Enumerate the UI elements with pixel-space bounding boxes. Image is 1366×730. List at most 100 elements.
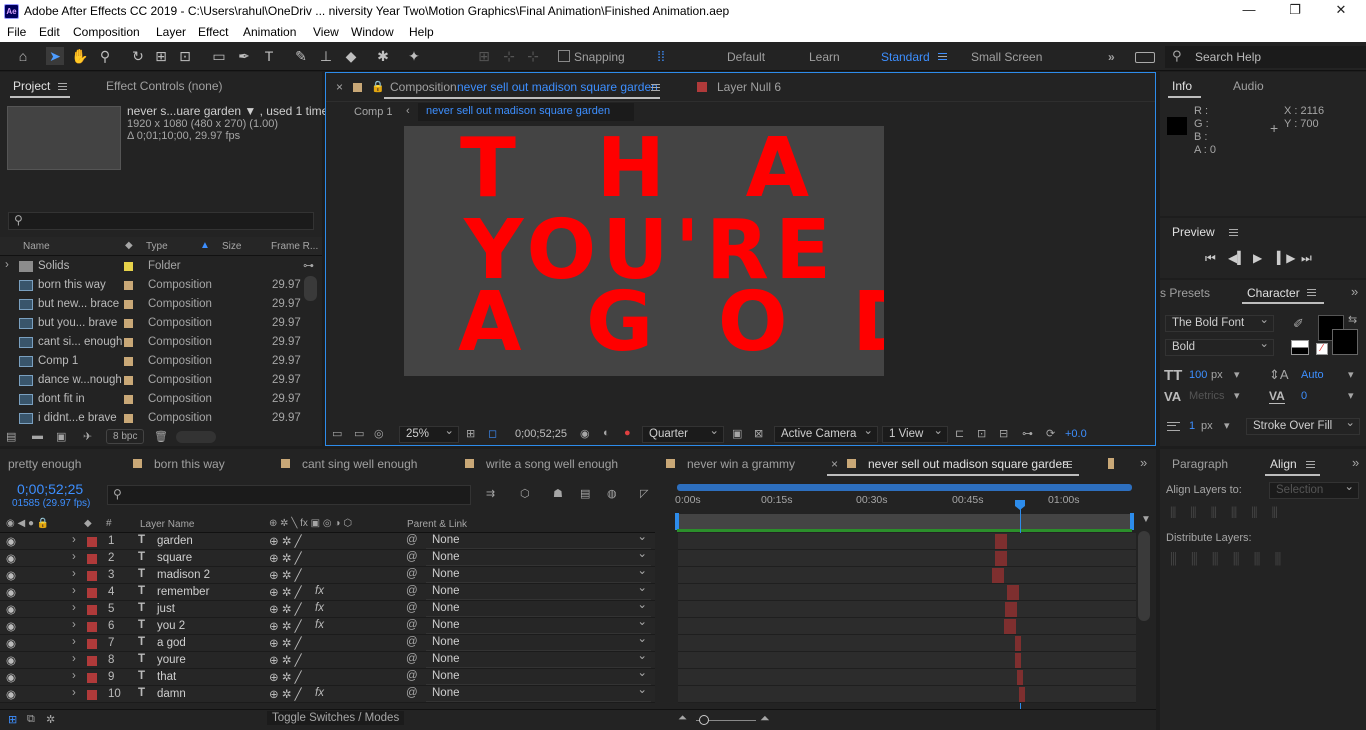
workspace-learn[interactable]: Learn: [809, 50, 840, 64]
layer-switches[interactable]: ⊕ ✲ ╱: [269, 670, 302, 684]
pick-whip-icon[interactable]: @: [406, 653, 418, 665]
frame-blending-icon[interactable]: ▤: [580, 487, 590, 500]
tab-character[interactable]: Character: [1247, 286, 1300, 300]
column-name[interactable]: Name: [23, 241, 50, 252]
stroke-width-dropdown-icon[interactable]: ▾: [1224, 419, 1230, 432]
minimize-button[interactable]: —: [1226, 2, 1272, 20]
world-axis-icon[interactable]: ⊹: [500, 47, 518, 65]
kerning-dropdown-icon[interactable]: ▾: [1234, 389, 1240, 402]
align-to-dropdown[interactable]: Selection: [1269, 480, 1359, 499]
maximize-button[interactable]: ❐: [1272, 2, 1318, 20]
eye-icon[interactable]: ◉: [6, 585, 16, 599]
composition-menu-icon[interactable]: [651, 84, 660, 91]
comp-viewport[interactable]: T H A T YOU'RE A G O D: [327, 124, 1154, 428]
close-button[interactable]: ✕: [1318, 2, 1364, 20]
preview-menu-icon[interactable]: [1229, 229, 1238, 236]
parent-dropdown[interactable]: None: [426, 564, 651, 583]
brush-tool-icon[interactable]: ✎: [292, 47, 310, 65]
project-item[interactable]: but you... brave Composition 29.97: [0, 314, 304, 333]
chevron-right-icon[interactable]: ›: [72, 602, 76, 614]
zoom-in-icon[interactable]: ⏶: [760, 711, 770, 726]
project-item[interactable]: dance w...nough Composition 29.97: [0, 371, 304, 390]
parent-dropdown[interactable]: None: [426, 683, 651, 702]
timeline-tab-pretty-enough[interactable]: pretty enough: [8, 457, 81, 471]
layer-name[interactable]: garden: [157, 535, 193, 547]
align-buttons-icons[interactable]: ⫴⫴⫴⫴⫴⫴: [1170, 505, 1292, 522]
rectangle-tool-icon[interactable]: ▭: [210, 47, 228, 65]
parent-dropdown[interactable]: None: [426, 530, 651, 549]
fx-icon[interactable]: fx: [315, 585, 324, 597]
panel-overflow-icon[interactable]: »: [1352, 455, 1359, 470]
parent-dropdown[interactable]: None: [426, 666, 651, 685]
reset-exposure-icon[interactable]: ⟳: [1046, 427, 1055, 440]
eyedropper-icon[interactable]: ✐: [1293, 316, 1304, 332]
toggle-mask-icon[interactable]: ◻: [488, 427, 497, 440]
layer-label-swatch[interactable]: [87, 690, 97, 700]
pick-whip-icon[interactable]: @: [406, 670, 418, 682]
home-icon[interactable]: ⌂: [14, 47, 32, 65]
layer-track[interactable]: [678, 533, 1136, 550]
layer-duration-bar[interactable]: [1005, 602, 1017, 617]
parent-dropdown[interactable]: None: [426, 632, 651, 651]
layer-label-swatch[interactable]: [87, 537, 97, 547]
previous-frame-icon[interactable]: ◀▍: [1228, 251, 1246, 265]
layer-name[interactable]: square: [157, 552, 192, 564]
layer-label-swatch[interactable]: [87, 554, 97, 564]
3d-glasses-icon[interactable]: ◎: [374, 427, 384, 440]
shy-layers-icon[interactable]: ☗: [553, 487, 563, 500]
interpret-footage-icon[interactable]: ▤: [6, 430, 16, 443]
layer-duration-bar[interactable]: [1007, 585, 1019, 600]
layer-label-swatch[interactable]: [87, 622, 97, 632]
column-layer-name[interactable]: Layer Name: [140, 519, 194, 530]
layer-switches[interactable]: ⊕ ✲ ╱: [269, 636, 302, 650]
layer-name[interactable]: damn: [157, 688, 186, 700]
pick-whip-icon[interactable]: @: [406, 551, 418, 563]
layer-switches[interactable]: ⊕ ✲ ╱: [269, 653, 302, 667]
parent-dropdown[interactable]: None: [426, 581, 651, 600]
stroke-mode-dropdown[interactable]: Stroke Over Fill: [1246, 416, 1360, 435]
search-help-field[interactable]: ⚲ Search Help: [1165, 46, 1366, 68]
layer-row[interactable]: ◉ › 5 Tjust ⊕ ✲ ╱ fx @ None: [0, 598, 655, 618]
eye-icon[interactable]: ◉: [6, 636, 16, 650]
layer-label-swatch[interactable]: [87, 656, 97, 666]
timeline-tab-never-win[interactable]: never win a grammy: [687, 457, 795, 471]
new-composition-icon[interactable]: ▣: [56, 430, 66, 443]
tab-project[interactable]: Project: [13, 79, 50, 93]
lock-icon[interactable]: 🔒: [371, 80, 385, 93]
time-ruler[interactable]: 0:00s 00:15s 00:30s 00:45s 01:00s: [675, 481, 1136, 532]
tracking-value[interactable]: 0: [1301, 390, 1307, 402]
channel-icon[interactable]: ●: [624, 427, 631, 439]
work-area-navigator[interactable]: [677, 484, 1132, 491]
pick-whip-icon[interactable]: @: [406, 534, 418, 546]
eye-icon[interactable]: ◉: [6, 653, 16, 667]
zoom-slider-handle[interactable]: [699, 715, 709, 725]
layer-row[interactable]: ◉ › 7 Ta god ⊕ ✲ ╱ @ None: [0, 632, 655, 652]
timeline-tab-never-sell-out[interactable]: never sell out madison square garden: [868, 457, 1069, 471]
transparency-grid-icon[interactable]: ⊠: [754, 427, 763, 440]
project-scrollbar[interactable]: [304, 276, 317, 301]
label-swatch[interactable]: [124, 395, 133, 404]
puppet-tool-icon[interactable]: ✦: [405, 47, 423, 65]
pick-whip-icon[interactable]: @: [406, 602, 418, 614]
layer-track[interactable]: [678, 550, 1136, 567]
pen-tool-icon[interactable]: ✒: [235, 47, 253, 65]
layer-switches[interactable]: ⊕ ✲ ╱: [269, 687, 302, 701]
layer-duration-bar[interactable]: [1004, 619, 1016, 634]
view-layout-dropdown[interactable]: 1 View: [882, 424, 948, 443]
menu-file[interactable]: File: [7, 25, 26, 39]
chevron-right-icon[interactable]: ›: [72, 687, 76, 699]
layer-track[interactable]: [678, 567, 1136, 584]
layer-row[interactable]: ◉ › 9 Tthat ⊕ ✲ ╱ @ None: [0, 666, 655, 686]
timeline-tab-born-this-way[interactable]: born this way: [154, 457, 225, 471]
align-menu-icon[interactable]: [1306, 461, 1315, 468]
roto-brush-tool-icon[interactable]: ✱: [374, 47, 392, 65]
flowchart-view-icon[interactable]: ⊶: [1022, 427, 1033, 440]
column-type[interactable]: Type: [146, 241, 168, 252]
layer-duration-bar[interactable]: [1019, 687, 1025, 702]
current-timecode[interactable]: 0;00;52;25: [17, 481, 83, 497]
chevron-right-icon[interactable]: ›: [72, 585, 76, 597]
label-swatch[interactable]: [124, 319, 133, 328]
project-item[interactable]: › Solids Folder: [0, 257, 304, 276]
project-item[interactable]: i didnt...e brave Composition 29.97: [0, 409, 304, 428]
layer-switches[interactable]: ⊕ ✲ ╱: [269, 585, 302, 599]
